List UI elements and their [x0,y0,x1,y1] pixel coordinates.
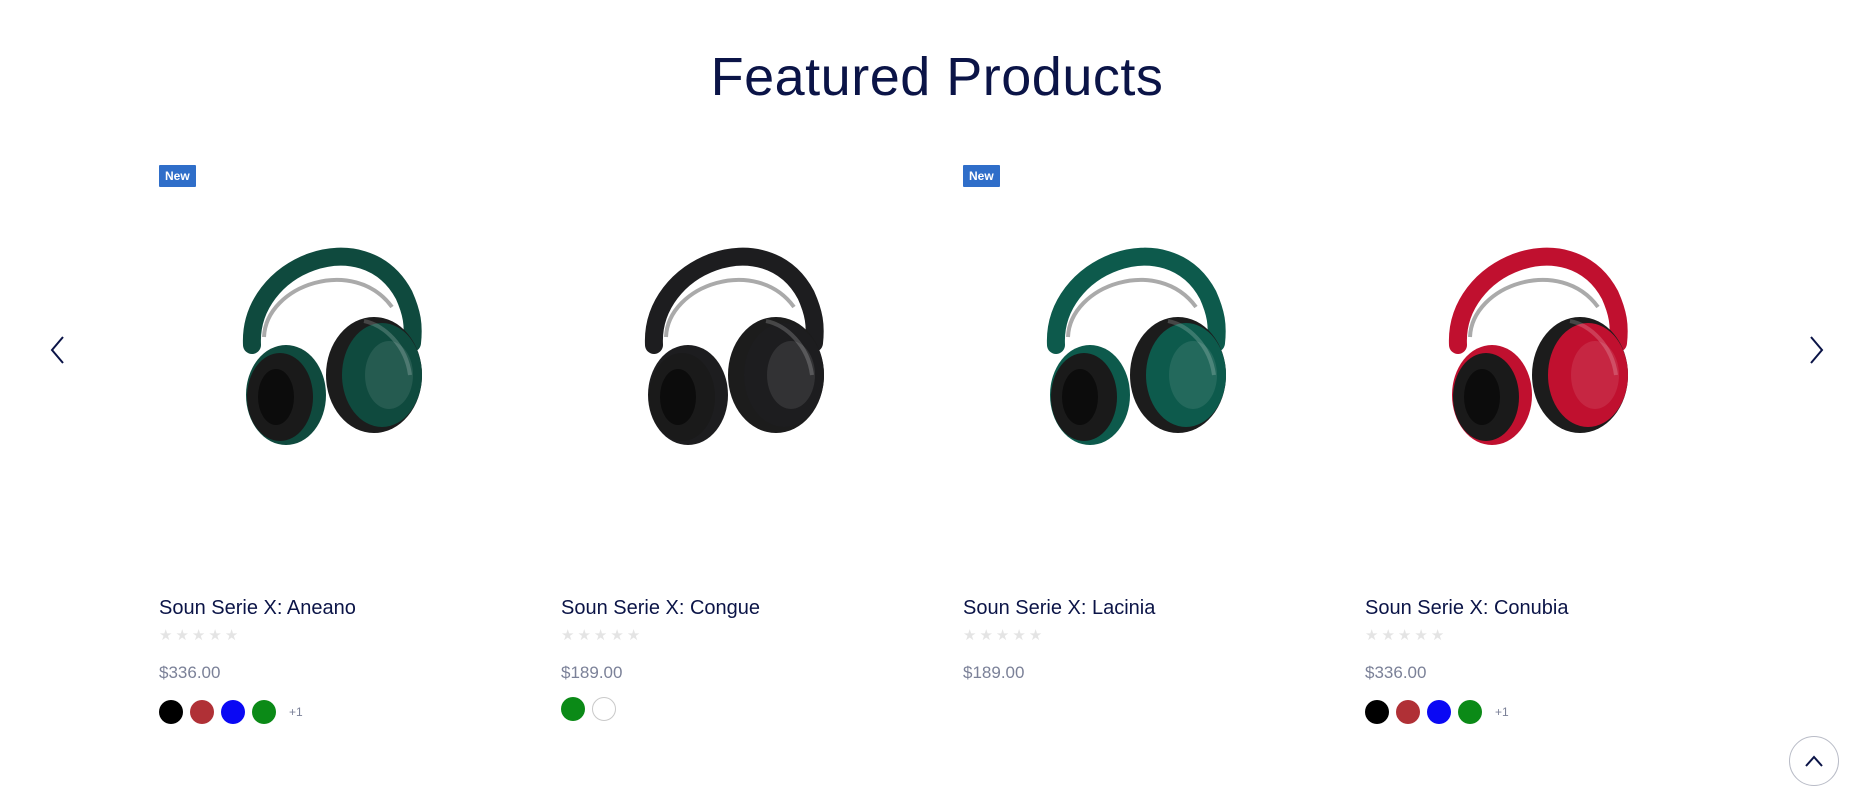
star-rating: ★ ★ ★ ★ ★ [561,627,640,645]
color-swatch[interactable] [190,700,214,724]
star-icon: ★ [191,627,206,644]
star-icon: ★ [224,627,239,644]
product-image[interactable] [1018,225,1248,455]
product-card[interactable]: Soun Serie X: Congue ★ ★ ★ ★ ★ $189.00 [561,165,901,735]
star-icon: ★ [1365,627,1379,644]
color-swatch[interactable] [1396,700,1420,724]
color-swatch[interactable] [1365,700,1389,724]
star-icon: ★ [1430,627,1445,644]
product-price: $189.00 [963,663,1025,682]
headphones-icon [1046,247,1226,445]
product-image[interactable] [616,225,846,455]
star-icon: ★ [1028,627,1043,644]
color-swatch[interactable] [159,700,183,724]
star-rating: ★ ★ ★ ★ ★ [159,627,238,645]
product-price: $189.00 [561,663,623,682]
star-icon: ★ [963,627,977,644]
star-icon: ★ [1012,627,1026,644]
back-to-top-button[interactable] [1789,736,1839,786]
star-icon: ★ [593,627,608,644]
star-icon: ★ [175,627,189,644]
product-price: $336.00 [1365,663,1427,682]
product-name[interactable]: Soun Serie X: Conubia [1365,597,1568,620]
star-icon: ★ [1397,627,1412,644]
star-icon: ★ [159,627,173,644]
product-card[interactable]: New Soun Serie X: Aneano ★ ★ ★ ★ ★ $336.00 +… [159,165,499,735]
star-icon: ★ [577,627,591,644]
color-swatch[interactable] [252,700,276,724]
color-swatches [561,697,616,721]
color-swatch[interactable] [1458,700,1482,724]
product-name[interactable]: Soun Serie X: Aneano [159,597,356,620]
color-swatches: +1 [1365,700,1509,724]
product-name[interactable]: Soun Serie X: Congue [561,597,760,620]
headphones-icon [1448,247,1628,445]
carousel-prev-button[interactable] [38,330,78,370]
chevron-up-icon [1805,755,1823,767]
section-title: Featured Products [710,47,1164,107]
carousel-next-button[interactable] [1796,330,1836,370]
star-icon: ★ [979,627,993,644]
chevron-right-icon [1810,336,1824,364]
product-card[interactable]: New Soun Serie X: Lacinia ★ ★ ★ ★ ★ $189.00 [963,165,1303,735]
star-icon: ★ [561,627,575,644]
star-icon: ★ [1414,627,1428,644]
product-name[interactable]: Soun Serie X: Lacinia [963,597,1155,620]
new-badge: New [159,165,196,187]
more-colors-count[interactable]: +1 [1495,705,1509,719]
headphones-icon [242,247,422,445]
color-swatch[interactable] [592,697,616,721]
chevron-left-icon [50,336,64,364]
product-card[interactable]: Soun Serie X: Conubia ★ ★ ★ ★ ★ $336.00 +1 [1365,165,1705,735]
new-badge: New [963,165,1000,187]
color-swatches: +1 [159,700,303,724]
product-image[interactable] [1420,225,1650,455]
color-swatch[interactable] [561,697,585,721]
headphones-icon [644,247,824,445]
star-icon: ★ [610,627,624,644]
product-price: $336.00 [159,663,221,682]
color-swatch[interactable] [221,700,245,724]
star-rating: ★ ★ ★ ★ ★ [963,627,1042,645]
star-icon: ★ [995,627,1010,644]
star-icon: ★ [626,627,641,644]
star-icon: ★ [208,627,222,644]
product-image[interactable] [214,225,444,455]
star-rating: ★ ★ ★ ★ ★ [1365,627,1444,645]
more-colors-count[interactable]: +1 [289,705,303,719]
color-swatch[interactable] [1427,700,1451,724]
star-icon: ★ [1381,627,1395,644]
